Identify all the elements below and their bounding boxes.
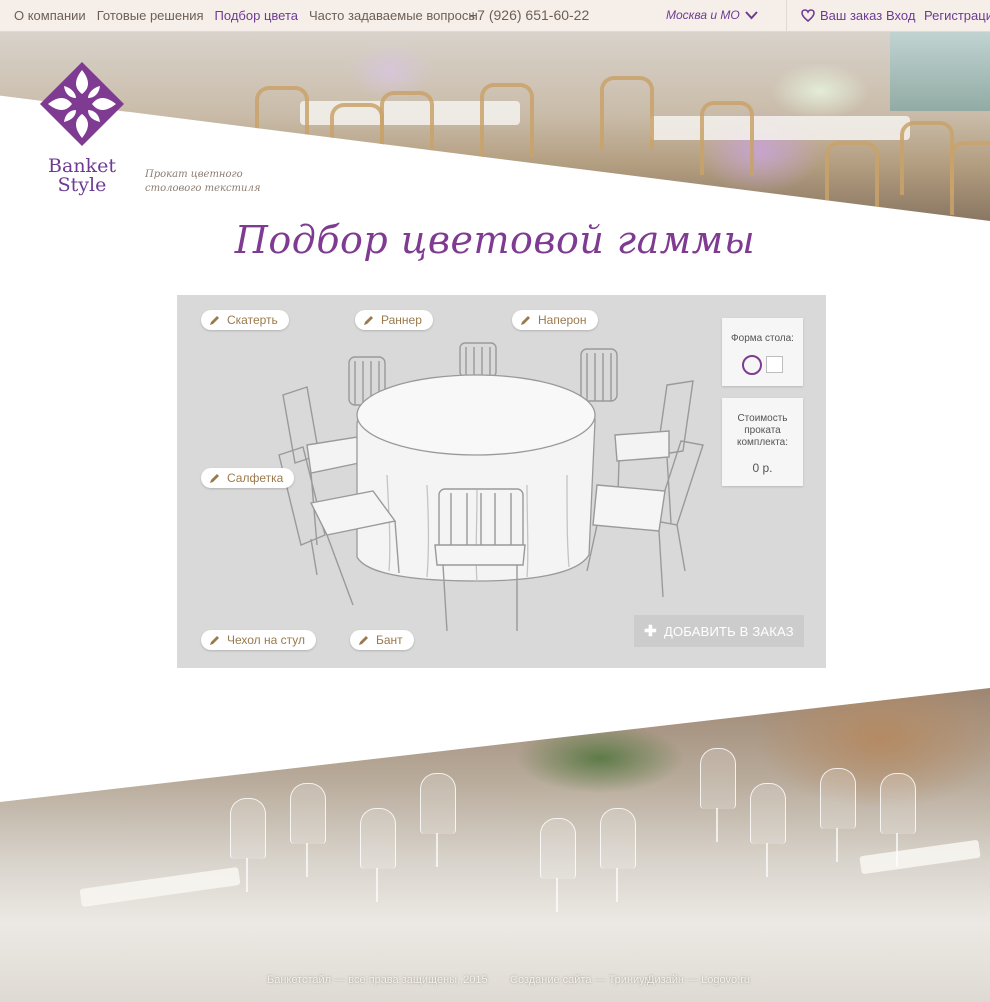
tablecloth-label: Скатерть: [227, 313, 278, 327]
top-navigation-bar: О компании Готовые решения Подбор цвета …: [0, 0, 990, 32]
pencil-icon: [210, 473, 219, 483]
main-nav: О компании Готовые решения Подбор цвета …: [14, 8, 478, 23]
bow-button[interactable]: Бант: [350, 630, 414, 650]
login-link[interactable]: Вход: [886, 8, 915, 23]
brand-name-line2: Style: [57, 174, 107, 196]
square-shape-option[interactable]: [766, 356, 783, 373]
your-order-link[interactable]: Ваш заказ: [801, 8, 882, 23]
plus-icon: ✚: [644, 623, 657, 640]
footer-design-link[interactable]: Дизайн — Logovo.ru: [647, 974, 750, 986]
rental-price-value: 0 р.: [752, 461, 773, 475]
account-area: Ваш заказ Вход Регистрация: [786, 0, 990, 31]
rental-price-label-line3: комплекта:: [736, 437, 789, 448]
pencil-icon: [364, 315, 373, 325]
runner-button[interactable]: Раннер: [355, 310, 433, 330]
rental-price-label-line2: проката: [744, 425, 781, 436]
round-shape-option[interactable]: [742, 355, 762, 375]
nav-color-selection[interactable]: Подбор цвета: [215, 8, 298, 23]
pencil-icon: [521, 315, 530, 325]
tagline-line2: столового текстиля: [145, 183, 261, 194]
page-title: Подбор цветовой гаммы: [234, 218, 756, 262]
footer-development-link[interactable]: Создание сайта — Триниум: [510, 974, 652, 986]
tablecloth-button[interactable]: Скатерть: [201, 310, 289, 330]
chair-back-center: [459, 342, 497, 378]
naperon-button[interactable]: Наперон: [512, 310, 598, 330]
footer-copyright: Банкетстайл — все права защищены, 2015: [267, 974, 488, 986]
city-selector[interactable]: Москва и МО: [666, 8, 758, 22]
chair-cover-button[interactable]: Чехол на стул: [201, 630, 317, 650]
tagline-line1: Прокат цветного: [145, 169, 243, 180]
phone-number[interactable]: +7 (926) 651-60-22: [469, 7, 589, 23]
pencil-icon: [359, 635, 368, 645]
rental-price-label: Стоимость проката комплекта:: [722, 413, 803, 449]
register-link[interactable]: Регистрация: [924, 8, 990, 23]
chair-front-right: [586, 440, 704, 598]
table-configurator: Скатерть Раннер Наперон Салфетка Чехол н…: [177, 295, 826, 668]
chevron-down-icon: [744, 10, 758, 19]
napkin-label: Салфетка: [227, 471, 284, 485]
footer-photo: [0, 688, 990, 1002]
table-shape-card: Форма стола:: [722, 318, 803, 386]
naperon-label: Наперон: [538, 313, 587, 327]
pencil-icon: [210, 635, 219, 645]
pencil-icon: [210, 315, 219, 325]
runner-label: Раннер: [381, 313, 422, 327]
add-to-order-button[interactable]: ✚ ДОБАВИТЬ В ЗАКАЗ: [634, 615, 804, 647]
heart-icon: [801, 9, 815, 22]
add-to-order-label: ДОБАВИТЬ В ЗАКАЗ: [663, 623, 794, 639]
rental-price-label-line1: Стоимость: [737, 413, 788, 424]
brand-name[interactable]: Banket Style: [48, 157, 116, 195]
chair-cover-label: Чехол на стул: [227, 633, 306, 647]
city-label: Москва и МО: [666, 8, 740, 22]
your-order-label: Ваш заказ: [820, 8, 883, 23]
table-shape-label: Форма стола:: [731, 333, 794, 344]
brand-tagline: Прокат цветного столового текстиля: [145, 168, 260, 196]
nav-about[interactable]: О компании: [14, 8, 86, 23]
chair-back-right: [580, 348, 618, 402]
nav-ready-solutions[interactable]: Готовые решения: [97, 8, 204, 23]
bow-label: Бант: [376, 633, 403, 647]
nav-faq[interactable]: Часто задаваемые вопросы: [309, 8, 478, 23]
banket-style-logo[interactable]: [40, 62, 124, 146]
rental-price-card: Стоимость проката комплекта: 0 р.: [722, 398, 803, 486]
napkin-button[interactable]: Салфетка: [201, 468, 295, 488]
